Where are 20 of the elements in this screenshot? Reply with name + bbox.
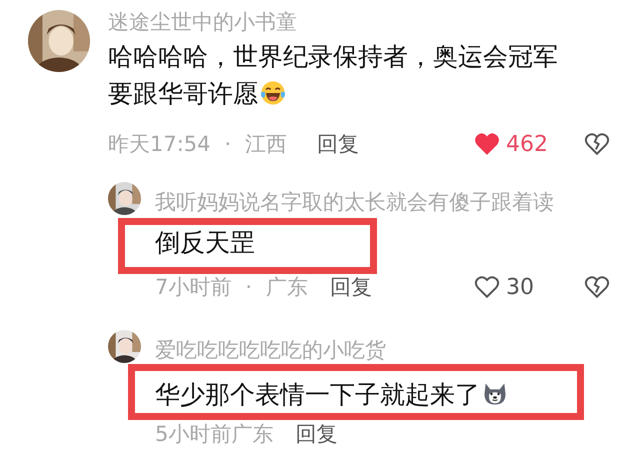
heart-icon[interactable] <box>474 275 500 299</box>
heart-icon[interactable] <box>474 132 500 156</box>
reply-link[interactable]: 回复 <box>295 420 338 448</box>
comment-time: 7小时前 <box>155 274 232 301</box>
separator-dot: · <box>245 275 252 299</box>
comment-location: 江西 <box>245 131 288 158</box>
like-count: 30 <box>506 274 534 300</box>
comment-time: 昨天17:54 <box>108 131 211 158</box>
comment-location: 广东 <box>266 274 308 301</box>
separator-dot: · <box>224 132 232 156</box>
comment-time: 5小时前 <box>155 421 232 448</box>
broken-heart-icon[interactable] <box>584 275 610 299</box>
comment-text: 哈哈哈哈，世界纪录保持者，奥运会冠军要跟华哥许愿 <box>108 41 559 110</box>
reply-link[interactable]: 回复 <box>330 273 372 301</box>
broken-heart-icon[interactable] <box>584 132 610 156</box>
comment-location: 广东 <box>231 421 274 448</box>
comment-text: 华少那个表情一下子就起来了 <box>155 376 610 413</box>
reply-link[interactable]: 回复 <box>317 130 360 158</box>
comment-text: 倒反天罡 <box>155 227 256 259</box>
like-count: 462 <box>506 132 548 156</box>
